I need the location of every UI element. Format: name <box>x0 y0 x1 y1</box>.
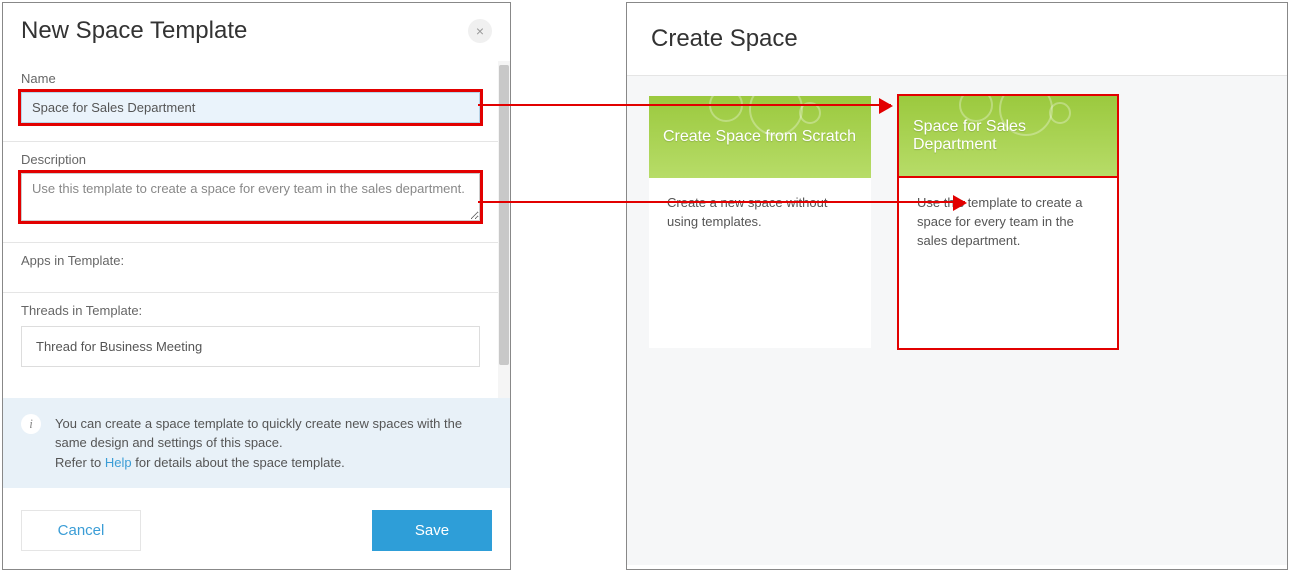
name-input[interactable] <box>21 92 480 123</box>
save-button[interactable]: Save <box>372 510 492 551</box>
template-cards: Create Space from Scratch Create a new s… <box>649 96 1265 348</box>
card-from-scratch[interactable]: Create Space from Scratch Create a new s… <box>649 96 871 348</box>
decoration-bubble-icon <box>1049 102 1071 124</box>
apps-section: Apps in Template: <box>3 243 498 282</box>
scrollbar-track[interactable] <box>498 61 510 398</box>
annotation-arrow-description <box>478 201 965 203</box>
create-space-body: Create Space from Scratch Create a new s… <box>627 75 1287 565</box>
create-space-title: Create Space <box>627 3 1287 75</box>
scroll-region: Name Description Apps in Template: Threa… <box>3 61 498 398</box>
dialog-header: New Space Template × <box>3 3 510 61</box>
card-header: Space for Sales Department <box>899 96 1117 178</box>
description-label: Description <box>21 152 480 167</box>
card-description: Use this template to create a space for … <box>899 178 1117 348</box>
dialog-title: New Space Template <box>21 17 247 45</box>
apps-label: Apps in Template: <box>21 253 480 268</box>
annotation-arrow-name <box>478 104 891 106</box>
name-label: Name <box>21 71 480 86</box>
cancel-button[interactable]: Cancel <box>21 510 141 551</box>
info-bar: i You can create a space template to qui… <box>3 398 510 489</box>
card-description: Create a new space without using templat… <box>649 178 871 258</box>
threads-section: Threads in Template: <box>3 293 498 326</box>
decoration-bubble-icon <box>709 96 743 122</box>
card-sales-template[interactable]: Space for Sales Department Use this temp… <box>897 94 1119 350</box>
help-link[interactable]: Help <box>105 455 132 470</box>
scrollbar-thumb[interactable] <box>499 65 509 365</box>
name-section: Name <box>3 61 498 131</box>
card-header: Create Space from Scratch <box>649 96 871 178</box>
create-space-panel: Create Space Create Space from Scratch C… <box>626 2 1288 570</box>
close-icon[interactable]: × <box>468 19 492 43</box>
info-text-line1: You can create a space template to quick… <box>55 416 462 451</box>
info-text-tail: for details about the space template. <box>132 455 345 470</box>
info-text: You can create a space template to quick… <box>55 414 492 473</box>
info-text-refer: Refer to <box>55 455 105 470</box>
info-icon: i <box>21 414 41 434</box>
description-textarea[interactable] <box>21 173 480 221</box>
threads-label: Threads in Template: <box>21 303 480 318</box>
description-section: Description <box>3 142 498 232</box>
dialog-body: Name Description Apps in Template: Threa… <box>3 61 510 398</box>
thread-item[interactable]: Thread for Business Meeting <box>21 326 480 367</box>
dialog-footer: Cancel Save <box>3 488 510 569</box>
new-space-template-dialog: New Space Template × Name Description Ap… <box>2 2 511 570</box>
